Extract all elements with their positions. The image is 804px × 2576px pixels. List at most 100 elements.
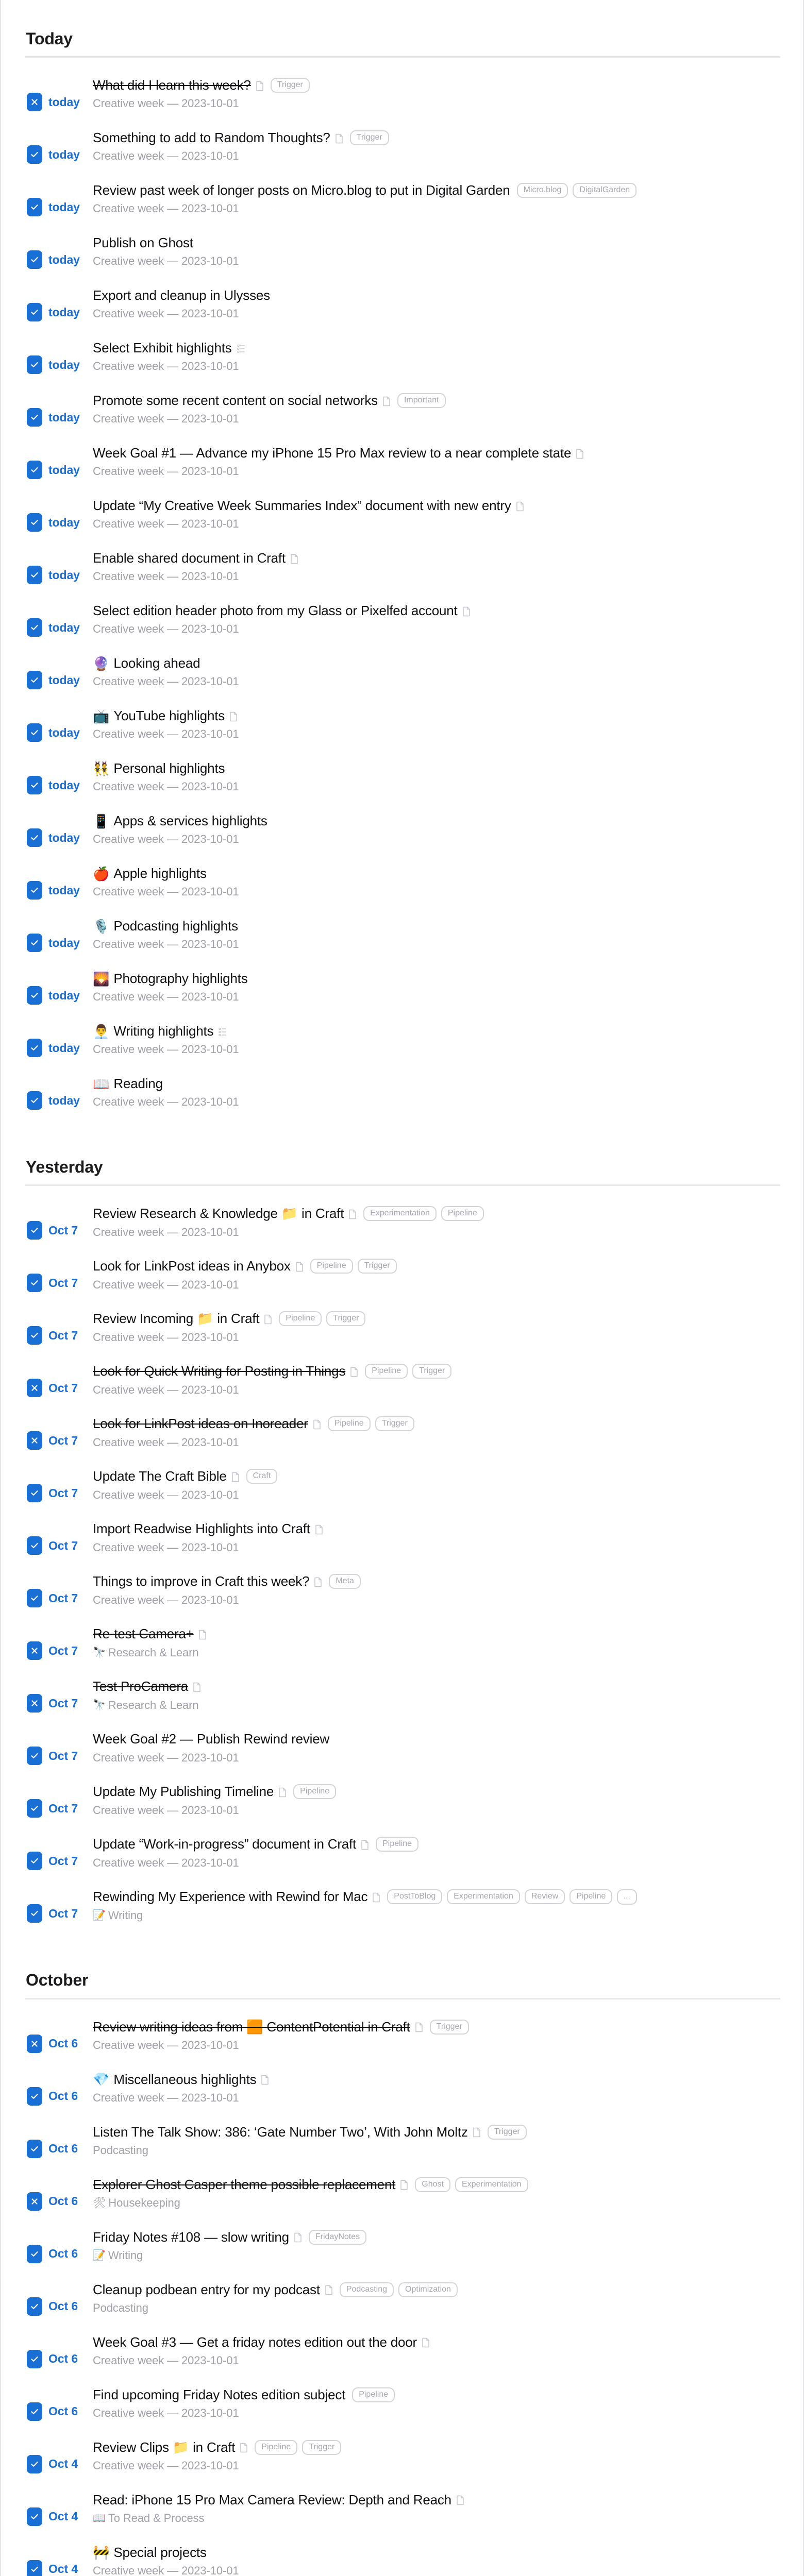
task-row[interactable]: today Update “My Creative Week Summaries … (1, 498, 803, 550)
task-row[interactable]: Oct 7 Rewinding My Experience with Rewind… (1, 1889, 803, 1941)
task-row[interactable]: today What did I learn this week? Trigger C… (1, 77, 803, 130)
task-row[interactable]: Oct 7 Re-test Camera+ 🔭 Research & Learn (1, 1626, 803, 1679)
task-tag[interactable]: FridayNotes (308, 2229, 367, 2245)
completed-checkbox[interactable] (27, 776, 42, 795)
task-title[interactable]: Things to improve in Craft this week? (93, 1573, 310, 1589)
task-row[interactable]: Oct 6 Find upcoming Friday Notes edition … (1, 2387, 803, 2439)
completed-checkbox[interactable] (27, 2297, 42, 2316)
task-tag[interactable]: Experimentation (363, 1206, 437, 1222)
task-title[interactable]: Look for LinkPost ideas on Inoreader (93, 1416, 308, 1432)
task-title[interactable]: Apple highlights (113, 866, 207, 882)
task-row[interactable]: today 👯 Personal highlights Creative week —… (1, 760, 803, 813)
task-row[interactable]: Oct 7 Update The Craft Bible Craft Creative… (1, 1468, 803, 1521)
task-tag[interactable]: Pipeline (327, 1416, 371, 1432)
completed-checkbox[interactable] (27, 1274, 42, 1293)
completed-checkbox[interactable] (27, 618, 42, 637)
cancelled-checkbox[interactable] (27, 2192, 42, 2211)
completed-checkbox[interactable] (27, 1326, 42, 1345)
task-title[interactable]: Review Research & Knowledge 📁 in Craft (93, 1206, 344, 1222)
task-title[interactable]: Looking ahead (113, 655, 200, 671)
task-title[interactable]: Look for LinkPost ideas in Anybox (93, 1258, 291, 1274)
cancelled-checkbox[interactable] (27, 1694, 42, 1713)
completed-checkbox[interactable] (27, 2560, 42, 2576)
task-title[interactable]: Re-test Camera+ (93, 1626, 194, 1642)
task-row[interactable]: Oct 6 Review writing ideas from 🟧 Content… (1, 2019, 803, 2072)
task-row[interactable]: Oct 6 💎 Miscellaneous highlights Creative w… (1, 2072, 803, 2124)
completed-checkbox[interactable] (27, 2507, 42, 2526)
completed-checkbox[interactable] (27, 723, 42, 742)
task-title[interactable]: Update “Work-in-progress” document in Cr… (93, 1836, 356, 1852)
task-title[interactable]: YouTube highlights (113, 708, 225, 724)
task-tag[interactable]: Trigger (357, 1259, 397, 1274)
task-title[interactable]: Writing highlights (113, 1023, 213, 1039)
cancelled-checkbox[interactable] (27, 1379, 42, 1398)
task-row[interactable]: today 🌄 Photography highlights Creative wee… (1, 971, 803, 1023)
completed-checkbox[interactable] (27, 408, 42, 427)
task-title[interactable]: Cleanup podbean entry for my podcast (93, 2282, 320, 2298)
task-title[interactable]: Review writing ideas from 🟧 ContentPoten… (93, 2019, 410, 2035)
cancelled-checkbox[interactable] (27, 1641, 42, 1660)
task-tag[interactable]: Trigger (487, 2124, 527, 2140)
task-tag[interactable]: Pipeline (352, 2387, 395, 2402)
cancelled-checkbox[interactable] (27, 93, 42, 112)
task-row[interactable]: today Promote some recent content on soci… (1, 393, 803, 445)
cancelled-checkbox[interactable] (27, 1431, 42, 1450)
completed-checkbox[interactable] (27, 566, 42, 585)
completed-checkbox[interactable] (27, 513, 42, 532)
task-row[interactable]: today 👨‍💼 Writing highlights Creative week … (1, 1023, 803, 1076)
task-title[interactable]: Select Exhibit highlights (93, 340, 232, 356)
task-title[interactable]: Test ProCamera (93, 1679, 188, 1694)
task-row[interactable]: today 📱 Apps & services highlights Creative… (1, 813, 803, 866)
task-tag[interactable]: Pipeline (365, 1364, 408, 1379)
task-title[interactable]: Apps & services highlights (113, 813, 267, 829)
task-tag[interactable]: Experimentation (455, 2177, 528, 2192)
task-title[interactable]: Review Clips 📁 in Craft (93, 2439, 235, 2455)
task-row[interactable]: Oct 6 Listen The Talk Show: 386: ‘Gate Nu… (1, 2124, 803, 2177)
completed-checkbox[interactable] (27, 2454, 42, 2473)
task-row[interactable]: Oct 4 Read: iPhone 15 Pro Max Camera Revi… (1, 2492, 803, 2545)
task-title[interactable]: Look for Quick Writing for Posting in Th… (93, 1363, 345, 1379)
task-title[interactable]: Promote some recent content on social ne… (93, 393, 378, 409)
task-row[interactable]: Oct 7 Look for Quick Writing for Posting … (1, 1363, 803, 1416)
task-title[interactable]: Import Readwise Highlights into Craft (93, 1521, 310, 1537)
completed-checkbox[interactable] (27, 828, 42, 848)
completed-checkbox[interactable] (27, 250, 42, 269)
task-title[interactable]: Reading (113, 1076, 163, 1092)
task-title[interactable]: Special projects (113, 2545, 207, 2561)
task-title[interactable]: Week Goal #3 — Get a friday notes editio… (93, 2334, 417, 2350)
task-tag[interactable]: Meta (329, 1574, 361, 1589)
completed-checkbox[interactable] (27, 198, 42, 217)
task-row[interactable]: Oct 7 Look for LinkPost ideas in Anybox Pi… (1, 1258, 803, 1311)
task-row[interactable]: Oct 7 Update My Publishing Timeline Pipeli… (1, 1784, 803, 1836)
task-row[interactable]: Oct 6 Explorer Ghost Casper theme possibl… (1, 2177, 803, 2229)
completed-checkbox[interactable] (27, 1852, 42, 1871)
completed-checkbox[interactable] (27, 355, 42, 375)
task-row[interactable]: Oct 7 Review Research & Knowledge 📁 in Cr… (1, 1206, 803, 1258)
task-title[interactable]: Export and cleanup in Ulysses (93, 287, 270, 303)
task-row[interactable]: today Enable shared document in Craft Crea… (1, 550, 803, 603)
task-tag[interactable]: Review (524, 1889, 565, 1905)
task-tag[interactable]: Trigger (349, 130, 389, 146)
task-tag[interactable]: Pipeline (441, 1206, 484, 1222)
task-title[interactable]: Publish on Ghost (93, 235, 193, 251)
task-tag[interactable]: Trigger (429, 2019, 469, 2035)
completed-checkbox[interactable] (27, 1799, 42, 1818)
task-title[interactable]: Listen The Talk Show: 386: ‘Gate Number … (93, 2124, 468, 2140)
task-tag[interactable]: Trigger (412, 1364, 452, 1379)
more-tags-indicator[interactable]: … (617, 1889, 638, 1905)
task-title[interactable]: Review Incoming 📁 in Craft (93, 1311, 260, 1327)
task-title[interactable]: Week Goal #2 — Publish Rewind review (93, 1731, 329, 1747)
task-row[interactable]: Oct 7 Update “Work-in-progress” document … (1, 1836, 803, 1889)
task-tag[interactable]: Trigger (326, 1311, 366, 1327)
completed-checkbox[interactable] (27, 2087, 42, 2106)
task-row[interactable]: Oct 6 Cleanup podbean entry for my podcas… (1, 2282, 803, 2334)
completed-checkbox[interactable] (27, 2244, 42, 2263)
completed-checkbox[interactable] (27, 1589, 42, 1608)
completed-checkbox[interactable] (27, 881, 42, 900)
task-row[interactable]: Oct 7 Look for LinkPost ideas on Inoreade… (1, 1416, 803, 1468)
task-row[interactable]: today Review past week of longer posts on… (1, 182, 803, 235)
task-tag[interactable]: Important (397, 393, 446, 409)
task-title[interactable]: Friday Notes #108 — slow writing (93, 2229, 289, 2245)
task-tag[interactable]: Ghost (415, 2177, 450, 2192)
task-tag[interactable]: DigitalGarden (573, 183, 637, 198)
